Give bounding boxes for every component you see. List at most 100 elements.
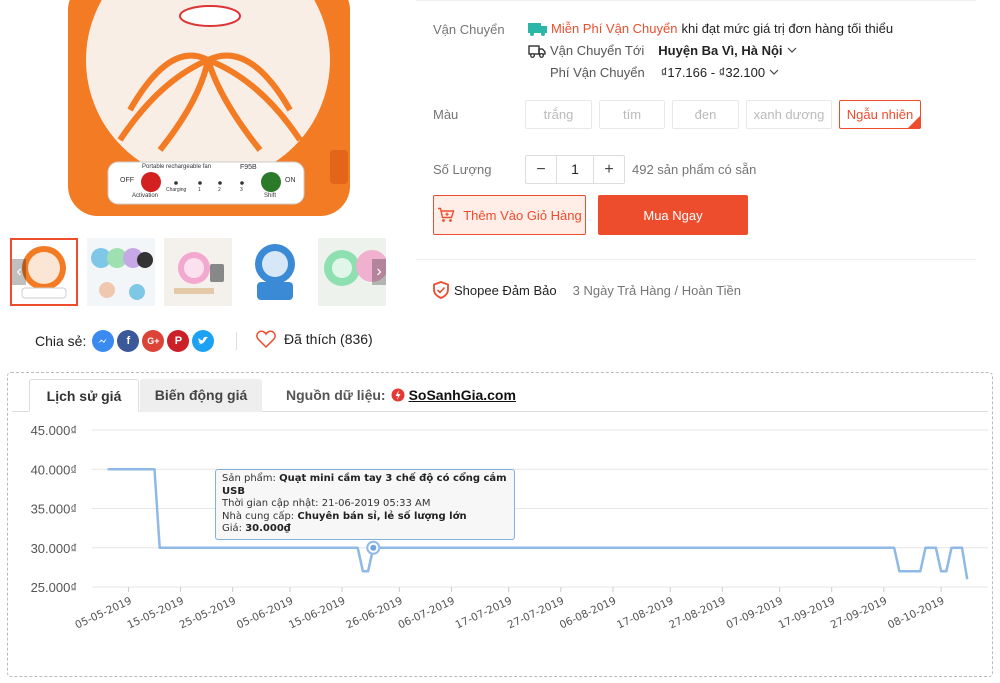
shield-icon bbox=[433, 281, 449, 299]
tooltip-supplier-value: Chuyên bán sỉ, lẻ số lượng lớn bbox=[297, 510, 467, 522]
add-to-cart-button[interactable]: Thêm Vào Giỏ Hàng bbox=[433, 195, 586, 235]
selected-check-icon bbox=[908, 116, 920, 128]
x-tick-label: 17-07-2019 bbox=[454, 595, 514, 632]
share-bar: Chia sẻ: f G+ P bbox=[35, 329, 217, 353]
chart-tooltip: Sản phẩm: Quạt mini cầm tay 3 chế độ có … bbox=[215, 469, 515, 540]
thumbnail-prev-arrow[interactable]: ‹ bbox=[12, 259, 26, 285]
x-tick-label: 05-05-2019 bbox=[73, 595, 133, 632]
fan-charging-label: Charging bbox=[166, 187, 187, 193]
x-tick-label: 08-10-2019 bbox=[886, 595, 946, 632]
thumbnail-2[interactable] bbox=[87, 238, 155, 306]
top-divider bbox=[416, 0, 976, 1]
quantity-input[interactable]: 1 bbox=[556, 156, 594, 183]
tooltip-supplier-row: Nhà cung cấp: Chuyên bán sỉ, lẻ số lượng… bbox=[222, 511, 508, 524]
fan-speed-3: 3 bbox=[240, 187, 243, 193]
buy-now-button[interactable]: Mua Ngay bbox=[598, 195, 748, 235]
x-tick-label: 17-08-2019 bbox=[615, 595, 675, 632]
chevron-down-icon bbox=[769, 69, 779, 75]
quantity-increase-button[interactable]: + bbox=[594, 156, 624, 183]
color-option-random[interactable]: Ngẫu nhiên bbox=[839, 100, 921, 129]
x-tick-label: 17-09-2019 bbox=[777, 595, 837, 632]
fan-model: F95B bbox=[240, 164, 257, 171]
shipping-fee-label: Phí Vận Chuyển bbox=[550, 65, 645, 80]
color-option-random-label: Ngẫu nhiên bbox=[846, 107, 914, 122]
add-to-cart-label: Thêm Vào Giỏ Hàng bbox=[463, 207, 582, 223]
shipping-destination-value: Huyện Ba Vì, Hà Nội bbox=[658, 43, 783, 58]
tooltip-time-row: Thời gian cập nhật: 21-06-2019 05:33 AM bbox=[222, 498, 508, 511]
fan-activation-label: Activation bbox=[132, 193, 159, 199]
shipping-destination-select[interactable]: Huyện Ba Vì, Hà Nội bbox=[658, 43, 796, 58]
thumbnail-4[interactable] bbox=[241, 238, 309, 306]
share-divider bbox=[236, 332, 237, 350]
messenger-icon[interactable] bbox=[92, 330, 115, 352]
color-option-purple[interactable]: tím bbox=[599, 100, 665, 129]
x-tick-label: 26-06-2019 bbox=[344, 595, 404, 632]
tooltip-price-value: 30.000₫ bbox=[245, 523, 291, 534]
free-shipping-condition: khi đạt mức giá trị đơn hàng tối thiểu bbox=[681, 21, 894, 36]
tooltip-time-value: 21-06-2019 05:33 AM bbox=[321, 498, 431, 509]
y-tick-label: 30.000₫ bbox=[31, 541, 77, 556]
free-shipping-icon bbox=[528, 22, 547, 36]
fan-label: Portable rechargeable fan bbox=[142, 164, 212, 170]
y-tick-label: 40.000₫ bbox=[31, 462, 77, 477]
tooltip-product-row: Sản phẩm: Quạt mini cầm tay 3 chế độ có … bbox=[222, 473, 508, 498]
chevron-down-icon bbox=[787, 47, 796, 53]
truck-icon bbox=[528, 44, 546, 58]
color-option-black[interactable]: đen bbox=[672, 100, 739, 129]
like-button[interactable]: Đã thích (836) bbox=[256, 330, 373, 348]
thumbnail-3[interactable] bbox=[164, 238, 232, 306]
fan-speed-2: 2 bbox=[218, 187, 221, 193]
twitter-icon[interactable] bbox=[192, 330, 215, 352]
free-shipping-text: Miễn Phí Vận Chuyển bbox=[551, 21, 678, 36]
shipping-label: Vận Chuyển bbox=[433, 22, 505, 37]
google-plus-icon[interactable]: G+ bbox=[142, 330, 165, 352]
shipping-to-label: Vận Chuyển Tới bbox=[550, 43, 645, 58]
x-tick-label: 07-09-2019 bbox=[725, 595, 785, 632]
x-tick-label: 25-05-2019 bbox=[178, 595, 238, 632]
fan-speed-1: 1 bbox=[198, 187, 201, 193]
tooltip-time-label: Thời gian cập nhật: bbox=[222, 498, 319, 509]
x-tick-label: 27-08-2019 bbox=[667, 595, 727, 632]
quantity-stepper: − 1 + bbox=[525, 155, 625, 184]
quantity-label: Số Lượng bbox=[433, 162, 492, 177]
stock-text: 492 sản phẩm có sẵn bbox=[632, 162, 757, 177]
guarantee-divider bbox=[416, 259, 976, 260]
fan-shift-label: Shift bbox=[264, 193, 277, 199]
guarantee-title: Shopee Đảm Bảo bbox=[454, 282, 557, 298]
shipping-fee-select[interactable]: ₫17.166 - ₫32.100 bbox=[661, 65, 779, 80]
thumbnail-next-arrow[interactable]: › bbox=[372, 259, 386, 285]
color-option-blue[interactable]: xanh dương bbox=[746, 100, 832, 129]
free-shipping-row: Miễn Phí Vận Chuyển khi đạt mức giá trị … bbox=[528, 21, 893, 36]
guarantee-text: 3 Ngày Trả Hàng / Hoàn Tiền bbox=[572, 282, 741, 298]
y-tick-label: 35.000₫ bbox=[31, 502, 77, 517]
y-tick-label: 45.000₫ bbox=[31, 423, 77, 438]
quantity-decrease-button[interactable]: − bbox=[526, 156, 556, 183]
product-main-image[interactable]: Portable rechargeable fan F95B OFF ON Ac… bbox=[10, 0, 388, 232]
x-tick-label: 15-05-2019 bbox=[125, 595, 185, 632]
heart-icon bbox=[256, 330, 276, 348]
x-tick-label: 15-06-2019 bbox=[287, 595, 347, 632]
like-count: Đã thích (836) bbox=[284, 331, 373, 347]
x-tick-label: 27-09-2019 bbox=[829, 595, 889, 632]
tooltip-supplier-label: Nhà cung cấp: bbox=[222, 510, 295, 522]
tooltip-price-row: Giá: 30.000₫ bbox=[222, 523, 508, 536]
facebook-icon[interactable]: f bbox=[117, 330, 140, 352]
share-label: Chia sẻ: bbox=[35, 333, 87, 349]
shipping-fee-row: Phí Vận Chuyển ₫17.166 - ₫32.100 bbox=[550, 65, 779, 80]
x-tick-label: 05-06-2019 bbox=[235, 595, 295, 632]
y-tick-label: 25.000₫ bbox=[31, 580, 77, 595]
shopee-guarantee[interactable]: Shopee Đảm Bảo 3 Ngày Trả Hàng / Hoàn Ti… bbox=[433, 281, 741, 299]
thumbnail-strip: ‹ › bbox=[10, 238, 388, 308]
x-tick-label: 27-07-2019 bbox=[506, 595, 566, 632]
tooltip-price-label: Giá: bbox=[222, 523, 243, 534]
pinterest-icon[interactable]: P bbox=[167, 330, 190, 352]
color-option-white[interactable]: trắng bbox=[525, 100, 592, 129]
color-label: Màu bbox=[433, 107, 459, 122]
x-tick-label: 06-07-2019 bbox=[396, 595, 456, 632]
cart-icon bbox=[438, 207, 455, 222]
price-history-widget: Lịch sử giá Biến động giá Nguồn dữ liệu:… bbox=[7, 372, 993, 677]
shipping-fee-value: ₫17.166 - ₫32.100 bbox=[660, 65, 766, 80]
fan-off-label: OFF bbox=[120, 177, 134, 184]
highlighted-data-point-core bbox=[370, 544, 377, 551]
tooltip-product-label: Sản phẩm: bbox=[222, 473, 276, 484]
